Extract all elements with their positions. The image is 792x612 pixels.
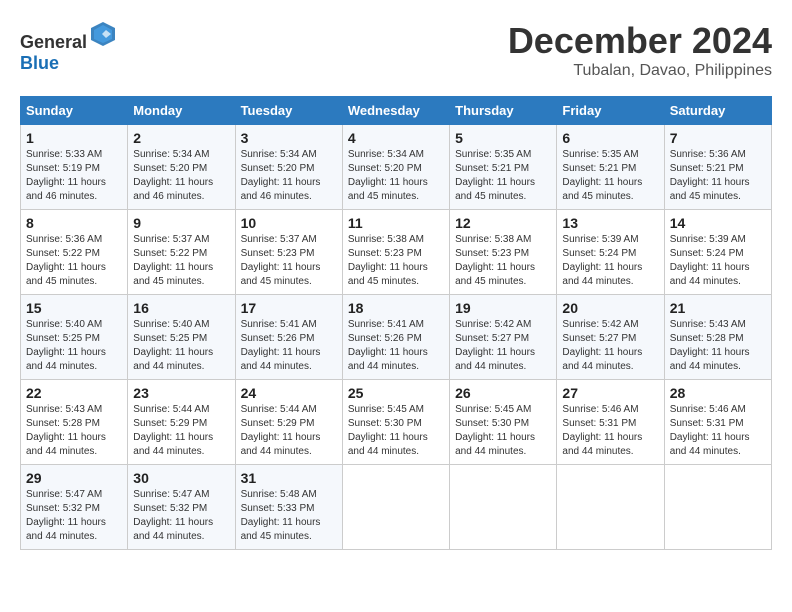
day-cell-5: 5 Sunrise: 5:35 AMSunset: 5:21 PMDayligh… xyxy=(450,125,557,210)
day-cell-23: 23 Sunrise: 5:44 AMSunset: 5:29 PMDaylig… xyxy=(128,380,235,465)
page-header: General Blue December 2024 Tubalan, Dava… xyxy=(20,20,772,80)
header-wednesday: Wednesday xyxy=(342,97,449,125)
empty-cell-3 xyxy=(557,465,664,550)
logo: General Blue xyxy=(20,20,117,74)
day-cell-4: 4 Sunrise: 5:34 AMSunset: 5:20 PMDayligh… xyxy=(342,125,449,210)
day-cell-28: 28 Sunrise: 5:46 AMSunset: 5:31 PMDaylig… xyxy=(664,380,771,465)
day-cell-7: 7 Sunrise: 5:36 AMSunset: 5:21 PMDayligh… xyxy=(664,125,771,210)
header-monday: Monday xyxy=(128,97,235,125)
day-cell-27: 27 Sunrise: 5:46 AMSunset: 5:31 PMDaylig… xyxy=(557,380,664,465)
header-friday: Friday xyxy=(557,97,664,125)
day-cell-9: 9 Sunrise: 5:37 AMSunset: 5:22 PMDayligh… xyxy=(128,210,235,295)
day-cell-1: 1 Sunrise: 5:33 AMSunset: 5:19 PMDayligh… xyxy=(21,125,128,210)
header-saturday: Saturday xyxy=(664,97,771,125)
day-cell-26: 26 Sunrise: 5:45 AMSunset: 5:30 PMDaylig… xyxy=(450,380,557,465)
week-row-1: 1 Sunrise: 5:33 AMSunset: 5:19 PMDayligh… xyxy=(21,125,772,210)
day-cell-14: 14 Sunrise: 5:39 AMSunset: 5:24 PMDaylig… xyxy=(664,210,771,295)
day-cell-3: 3 Sunrise: 5:34 AMSunset: 5:20 PMDayligh… xyxy=(235,125,342,210)
day-cell-8: 8 Sunrise: 5:36 AMSunset: 5:22 PMDayligh… xyxy=(21,210,128,295)
empty-cell-1 xyxy=(342,465,449,550)
location-subtitle: Tubalan, Davao, Philippines xyxy=(508,62,772,80)
empty-cell-2 xyxy=(450,465,557,550)
week-row-5: 29 Sunrise: 5:47 AMSunset: 5:32 PMDaylig… xyxy=(21,465,772,550)
day-cell-20: 20 Sunrise: 5:42 AMSunset: 5:27 PMDaylig… xyxy=(557,295,664,380)
header-thursday: Thursday xyxy=(450,97,557,125)
day-cell-30: 30 Sunrise: 5:47 AMSunset: 5:32 PMDaylig… xyxy=(128,465,235,550)
month-year-title: December 2024 xyxy=(508,20,772,62)
day-cell-31: 31 Sunrise: 5:48 AMSunset: 5:33 PMDaylig… xyxy=(235,465,342,550)
header-sunday: Sunday xyxy=(21,97,128,125)
day-cell-15: 15 Sunrise: 5:40 AMSunset: 5:25 PMDaylig… xyxy=(21,295,128,380)
day-cell-11: 11 Sunrise: 5:38 AMSunset: 5:23 PMDaylig… xyxy=(342,210,449,295)
day-cell-6: 6 Sunrise: 5:35 AMSunset: 5:21 PMDayligh… xyxy=(557,125,664,210)
day-cell-16: 16 Sunrise: 5:40 AMSunset: 5:25 PMDaylig… xyxy=(128,295,235,380)
empty-cell-4 xyxy=(664,465,771,550)
day-cell-10: 10 Sunrise: 5:37 AMSunset: 5:23 PMDaylig… xyxy=(235,210,342,295)
day-cell-25: 25 Sunrise: 5:45 AMSunset: 5:30 PMDaylig… xyxy=(342,380,449,465)
day-cell-2: 2 Sunrise: 5:34 AMSunset: 5:20 PMDayligh… xyxy=(128,125,235,210)
week-row-2: 8 Sunrise: 5:36 AMSunset: 5:22 PMDayligh… xyxy=(21,210,772,295)
header-tuesday: Tuesday xyxy=(235,97,342,125)
week-row-4: 22 Sunrise: 5:43 AMSunset: 5:28 PMDaylig… xyxy=(21,380,772,465)
weekday-header-row: Sunday Monday Tuesday Wednesday Thursday… xyxy=(21,97,772,125)
calendar-table: Sunday Monday Tuesday Wednesday Thursday… xyxy=(20,96,772,550)
title-block: December 2024 Tubalan, Davao, Philippine… xyxy=(508,20,772,80)
day-cell-29: 29 Sunrise: 5:47 AMSunset: 5:32 PMDaylig… xyxy=(21,465,128,550)
logo-blue: Blue xyxy=(20,53,59,73)
day-cell-22: 22 Sunrise: 5:43 AMSunset: 5:28 PMDaylig… xyxy=(21,380,128,465)
day-cell-21: 21 Sunrise: 5:43 AMSunset: 5:28 PMDaylig… xyxy=(664,295,771,380)
week-row-3: 15 Sunrise: 5:40 AMSunset: 5:25 PMDaylig… xyxy=(21,295,772,380)
logo-general: General xyxy=(20,32,87,52)
day-cell-12: 12 Sunrise: 5:38 AMSunset: 5:23 PMDaylig… xyxy=(450,210,557,295)
day-cell-17: 17 Sunrise: 5:41 AMSunset: 5:26 PMDaylig… xyxy=(235,295,342,380)
day-cell-24: 24 Sunrise: 5:44 AMSunset: 5:29 PMDaylig… xyxy=(235,380,342,465)
logo-icon xyxy=(89,20,117,48)
day-cell-13: 13 Sunrise: 5:39 AMSunset: 5:24 PMDaylig… xyxy=(557,210,664,295)
day-cell-19: 19 Sunrise: 5:42 AMSunset: 5:27 PMDaylig… xyxy=(450,295,557,380)
day-cell-18: 18 Sunrise: 5:41 AMSunset: 5:26 PMDaylig… xyxy=(342,295,449,380)
